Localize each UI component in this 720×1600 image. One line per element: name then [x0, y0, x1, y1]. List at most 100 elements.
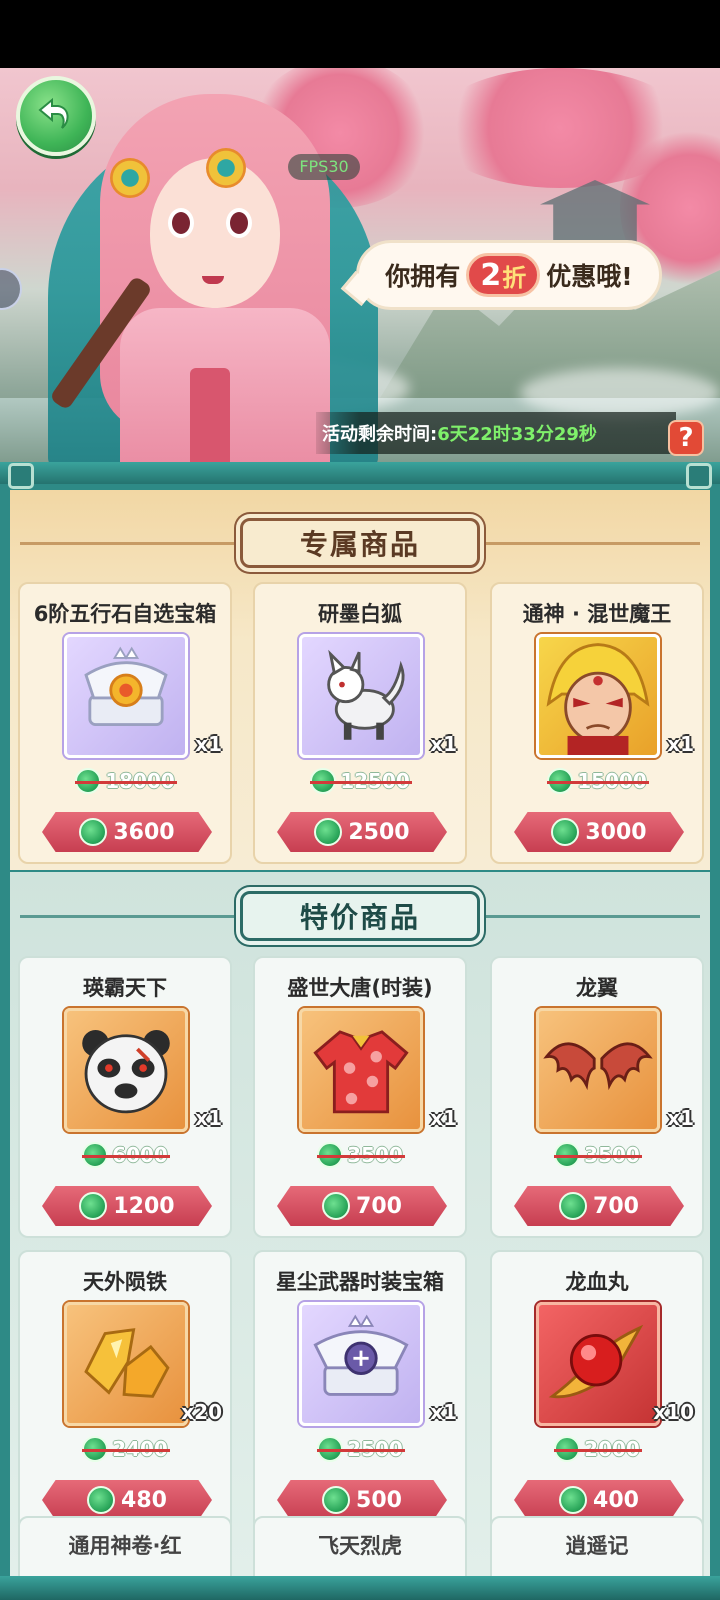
sale-price: 400	[593, 1487, 639, 1513]
item-name: 研墨白狐	[318, 602, 402, 626]
original-price: 12500	[255, 768, 465, 794]
buy-button[interactable]: 1200	[42, 1186, 212, 1226]
original-price: 6000	[20, 1142, 230, 1168]
rail-knob	[8, 463, 34, 489]
sale-price: 700	[356, 1193, 402, 1219]
item-name: 天外陨铁	[83, 1270, 167, 1294]
status-bar	[0, 0, 720, 68]
mist-decoration	[520, 368, 720, 418]
jade-coin-icon	[551, 818, 580, 846]
jade-coin-icon	[322, 1192, 351, 1220]
shop-item-card[interactable]: 星尘武器时装宝箱 x1 2500 500	[253, 1250, 467, 1532]
original-price: 2000	[492, 1436, 702, 1462]
item-name: 飞天烈虎	[318, 1534, 402, 1558]
item-name: 龙翼	[576, 976, 618, 1000]
original-price-value: 2500	[317, 1437, 405, 1461]
item-quantity: x20	[181, 1400, 222, 1424]
meteor-iron-icon	[64, 1302, 188, 1426]
sale-price: 500	[356, 1487, 402, 1513]
original-price: 3500	[255, 1142, 465, 1168]
buy-button[interactable]: 3000	[514, 812, 684, 852]
help-button[interactable]: ?	[668, 420, 704, 456]
sale-price: 3000	[585, 819, 647, 845]
discount-badge: 2 折	[466, 253, 541, 297]
shop-item-card[interactable]: 天外陨铁 x20 2400 480	[18, 1250, 232, 1532]
weapon-chest-icon	[299, 1302, 423, 1426]
item-quantity: x1	[667, 732, 694, 756]
frame-rail	[0, 462, 720, 484]
original-price-value: 12500	[310, 769, 412, 793]
shop-item-card[interactable]: 6阶五行石自选宝箱 x1 18000 3600	[18, 582, 232, 864]
original-price-value: 2000	[554, 1437, 642, 1461]
speech-suffix: 优惠哦!	[546, 262, 633, 291]
title-divider	[470, 915, 700, 918]
jade-coin-icon	[87, 1486, 116, 1514]
dragon-blood-pill-icon	[536, 1302, 660, 1426]
discount-unit: 折	[502, 263, 527, 292]
buy-button[interactable]: 500	[277, 1480, 447, 1520]
special-section-title: 特价商品	[240, 891, 480, 941]
sale-price: 2500	[348, 819, 410, 845]
title-divider	[470, 542, 700, 545]
timer-value: 6天22时33分29秒	[437, 424, 597, 445]
shop-item-card[interactable]: 盛世大唐(时装) x1 3500 700	[253, 956, 467, 1238]
item-quantity: x1	[195, 732, 222, 756]
shop-item-card[interactable]: 瑛霸天下 x1 6000 1200	[18, 956, 232, 1238]
buy-button[interactable]: 3600	[42, 812, 212, 852]
fps-counter: FPS30	[288, 154, 360, 180]
item-quantity: x1	[430, 1400, 457, 1424]
item-quantity: x1	[195, 1106, 222, 1130]
exclusive-section-title: 专属商品	[240, 518, 480, 568]
item-name: 星尘武器时装宝箱	[276, 1270, 444, 1294]
back-button[interactable]	[16, 76, 96, 156]
sale-price: 480	[121, 1487, 167, 1513]
shop-item-card[interactable]: 龙血丸 x10 2000 400	[490, 1250, 704, 1532]
rail-knob	[686, 463, 712, 489]
buy-button[interactable]: 480	[42, 1480, 212, 1520]
discount-number: 2	[480, 257, 502, 293]
back-arrow-icon	[38, 97, 69, 129]
original-price: 3500	[492, 1142, 702, 1168]
item-name: 6阶五行石自选宝箱	[33, 602, 217, 626]
item-name: 瑛霸天下	[83, 976, 167, 1000]
original-price-value: 3500	[554, 1143, 642, 1167]
original-price: 15000	[492, 768, 702, 794]
title-divider	[20, 542, 250, 545]
jade-coin-icon	[79, 818, 108, 846]
item-quantity: x1	[667, 1106, 694, 1130]
event-timer: 活动剩余时间: 6天22时33分29秒	[316, 412, 676, 454]
dragon-wing-icon	[536, 1008, 660, 1132]
original-price-value: 18000	[75, 769, 177, 793]
discount-speech-bubble: 你拥有 2 折 优惠哦!	[356, 240, 662, 310]
item-name: 通神 · 混世魔王	[522, 602, 672, 626]
item-quantity: x1	[430, 732, 457, 756]
shop-item-card[interactable]: 研墨白狐 x1 12500 2500	[253, 582, 467, 864]
original-price: 2400	[20, 1436, 230, 1462]
jade-coin-icon	[559, 1192, 588, 1220]
original-price: 18000	[20, 768, 230, 794]
original-price-value: 15000	[547, 769, 649, 793]
buy-button[interactable]: 700	[277, 1186, 447, 1226]
item-name: 通用神卷·红	[68, 1534, 182, 1558]
demon-king-icon	[536, 634, 660, 758]
shop-item-card[interactable]: 龙翼 x1 3500 700	[490, 956, 704, 1238]
buy-button[interactable]: 400	[514, 1480, 684, 1520]
sale-price: 3600	[113, 819, 175, 845]
buy-button[interactable]: 700	[514, 1186, 684, 1226]
item-name: 逍遥记	[565, 1534, 629, 1558]
jade-coin-icon	[314, 818, 343, 846]
jade-coin-icon	[322, 1486, 351, 1514]
original-price-value: 3500	[317, 1143, 405, 1167]
sale-price: 700	[593, 1193, 639, 1219]
treasure-chest-icon	[64, 634, 188, 758]
item-quantity: x10	[653, 1400, 694, 1424]
frame-bottom-rail	[0, 1576, 720, 1600]
shop-item-card[interactable]: 通神 · 混世魔王 x1 15000 3000	[490, 582, 704, 864]
original-price: 2500	[255, 1436, 465, 1462]
timer-label: 活动剩余时间:	[322, 424, 438, 445]
white-fox-icon	[299, 634, 423, 758]
panda-warrior-icon	[64, 1008, 188, 1132]
jade-coin-icon	[79, 1192, 108, 1220]
buy-button[interactable]: 2500	[277, 812, 447, 852]
item-name: 龙血丸	[565, 1270, 629, 1294]
